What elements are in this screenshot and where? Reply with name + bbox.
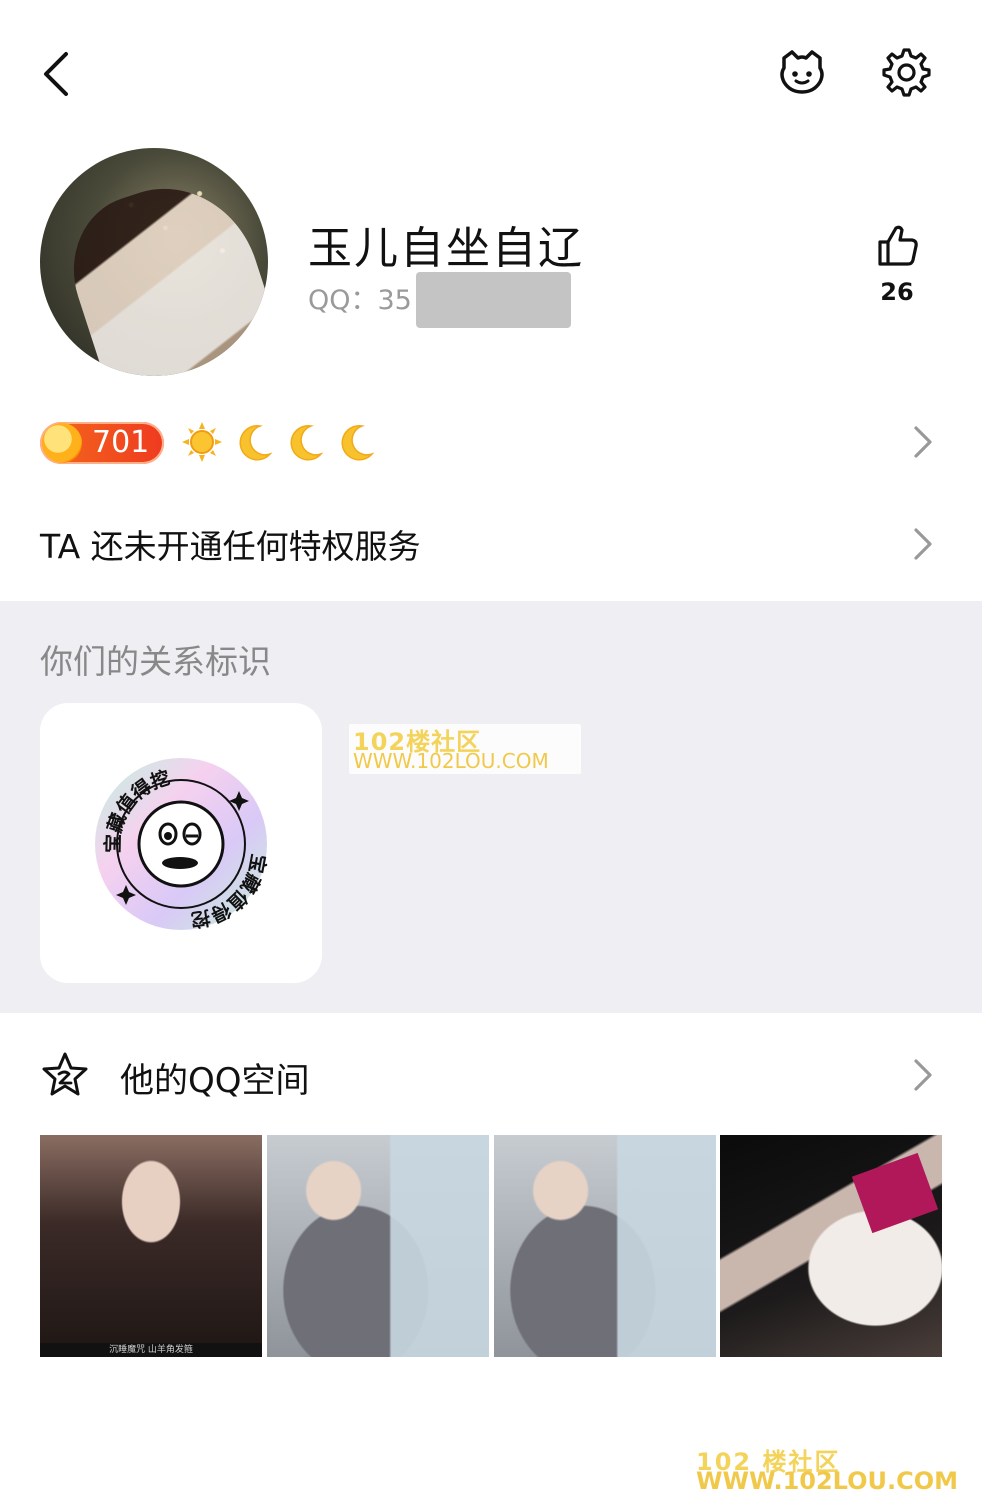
like-button[interactable]: 26 [872,220,922,308]
moon-icon [341,425,375,461]
privilege-row-chevron[interactable] [906,524,936,564]
photo-caption: 沉睡魔咒 山羊角发箍 [40,1343,262,1357]
watermark-line2: WWW.102LOU.COM [353,749,549,773]
relation-section: 你们的关系标识 宝藏值得挖掘 宝藏值得挖掘 [0,601,982,1013]
chevron-right-icon [914,426,932,458]
chevron-left-icon [44,52,68,96]
qzone-title[interactable]: 他的QQ空间 [120,1053,310,1102]
photo-detail [851,1152,939,1234]
qzone-photo-2[interactable] [267,1135,489,1357]
pet-face-icon [780,50,824,94]
qzone-photo-1[interactable]: 沉睡魔咒 山羊角发箍 [40,1135,262,1357]
privilege-text[interactable]: TA 还未开通任何特权服务 [40,520,421,568]
bottom-watermark-line2: WWW.102LOU.COM [696,1467,959,1495]
chevron-right-icon [914,1059,932,1091]
settings-button[interactable] [876,44,932,100]
qzone-photo-3[interactable] [494,1135,716,1357]
level-badge[interactable]: 701 [40,422,164,464]
thumbs-up-icon [878,225,918,266]
gear-icon [882,48,931,97]
chevron-right-icon [914,528,932,560]
moon-icon [290,425,324,461]
qzone-photo-4[interactable] [720,1135,942,1357]
moon-icon [239,425,273,461]
like-count: 26 [880,278,914,306]
qq-number: QQ：35 [308,285,412,316]
treasure-badge-icon: 宝藏值得挖掘 宝藏值得挖掘 [30,685,270,932]
qzone-row-chevron[interactable] [906,1055,936,1095]
qq-number-mask [416,272,571,328]
relation-title: 你们的关系标识 [40,642,271,681]
back-button[interactable] [34,44,86,104]
coin-icon [42,423,82,463]
relation-badge-card[interactable]: 宝藏值得挖掘 宝藏值得挖掘 [30,685,322,983]
level-number: 701 [92,425,150,460]
sun-icon [182,422,222,462]
nickname: 玉儿自坐自辽 [308,223,584,274]
qzone-star-icon[interactable] [40,1050,90,1100]
avatar-figure [53,165,268,376]
pet-button[interactable] [774,44,830,100]
watermark: 102楼社区 WWW.102LOU.COM [349,724,581,774]
avatar[interactable] [40,148,268,376]
level-row-chevron[interactable] [906,422,936,462]
